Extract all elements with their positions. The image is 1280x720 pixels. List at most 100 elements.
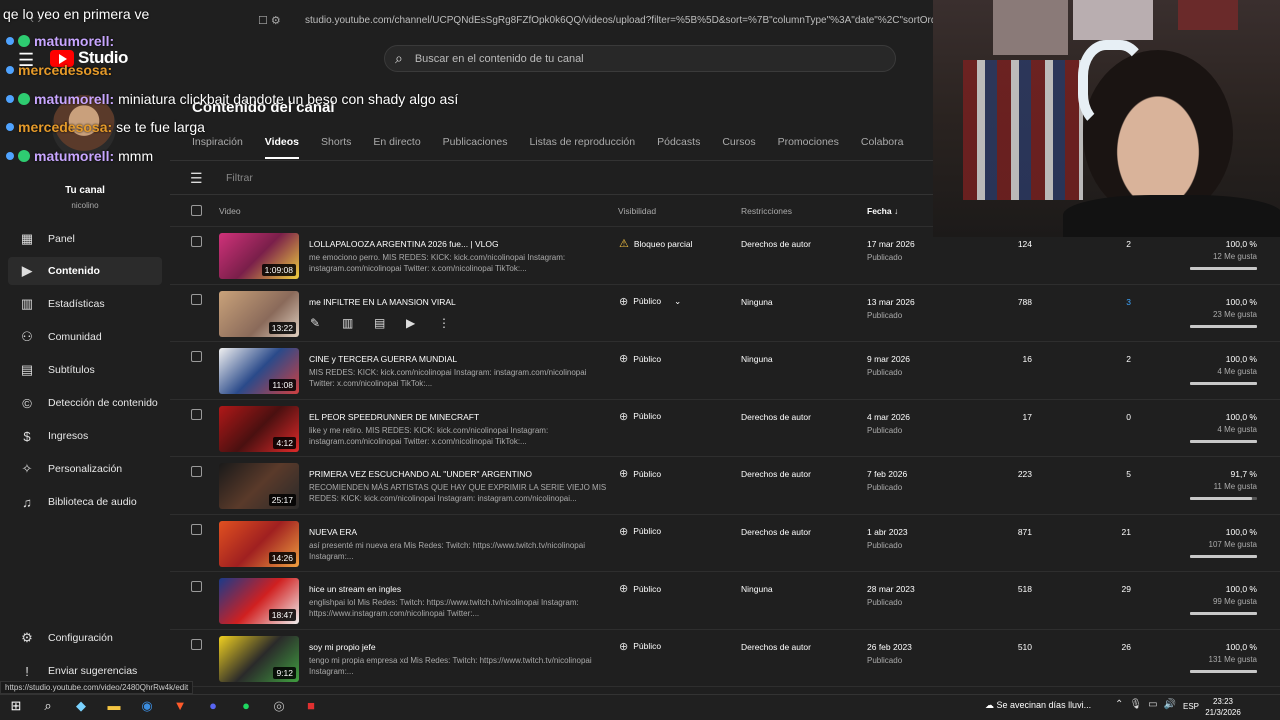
comments-count[interactable]: 3 — [1091, 297, 1131, 307]
bookmark-icon[interactable]: ☐ ⚙ — [258, 14, 281, 27]
weather-widget[interactable]: ☁ Se avecinan días lluvi... — [985, 700, 1091, 711]
like-ratio-bar — [1190, 439, 1257, 443]
views-count: 788 — [1017, 296, 1032, 307]
video-thumbnail[interactable]: 18:47 — [219, 578, 299, 624]
video-thumbnail[interactable]: 9:12 — [219, 635, 299, 682]
like-ratio-bar — [1190, 267, 1257, 270]
video-title[interactable]: me INFILTRE EN LA MANSION VIRAL — [309, 297, 456, 307]
like-ratio-bar — [1190, 324, 1257, 328]
search-box[interactable]: ⌕ — [384, 45, 896, 72]
search-input[interactable] — [414, 52, 855, 65]
filter-input[interactable]: Filtrar — [226, 172, 253, 184]
like-ratio-fill — [1190, 612, 1257, 615]
sidebar-item-panel[interactable]: ▦ Panel — [8, 225, 162, 253]
sidebar-item-label: Biblioteca de audio — [48, 496, 137, 508]
more-options-icon[interactable]: ⋮ — [438, 316, 450, 330]
language-indicator[interactable]: ESP — [1183, 702, 1199, 711]
search-taskbar-icon[interactable]: ⌕ — [39, 698, 57, 714]
visibility-status[interactable]: ⊕ Público — [619, 410, 661, 423]
video-date: 7 feb 2026 — [867, 469, 908, 479]
tab-inspiration[interactable]: Inspiración — [192, 136, 243, 159]
tab-playlists[interactable]: Listas de reproducción — [529, 136, 635, 159]
column-header-visibility[interactable]: Visibilidad — [618, 206, 656, 216]
tab-posts[interactable]: Publicaciones — [443, 136, 508, 159]
tab-videos[interactable]: Videos — [264, 136, 300, 159]
visibility-status[interactable]: ⊕ Público — [619, 525, 661, 538]
video-date: 9 mar 2026 — [867, 354, 910, 364]
sidebar-item-analytics[interactable]: ▥ Estadísticas — [8, 290, 162, 318]
sidebar-item-settings[interactable]: ⚙ Configuración — [8, 624, 162, 652]
sidebar-item-customization[interactable]: ✧ Personalización — [8, 455, 162, 483]
video-title[interactable]: hice un stream en ingles — [309, 584, 401, 594]
badge-icon — [6, 66, 14, 74]
video-title[interactable]: soy mi propio jefe — [309, 642, 376, 652]
sidebar-item-content[interactable]: ▶ Contenido — [8, 257, 162, 285]
visibility-status[interactable]: ⊕ Público ⌄ — [619, 295, 681, 308]
sidebar-item-audio-library[interactable]: ♫ Biblioteca de audio — [8, 488, 162, 516]
sidebar-item-content-detection[interactable]: © Detección de contenido — [8, 389, 162, 417]
likes-count: 4 Me gusta — [1217, 424, 1257, 434]
video-thumbnail[interactable]: 1:09:08 — [219, 233, 299, 279]
visibility-status[interactable]: ⊕ Público — [619, 352, 661, 365]
visibility-status[interactable]: ⚠ Bloqueo parcial — [619, 237, 692, 250]
tab-courses[interactable]: Cursos — [722, 136, 755, 159]
filter-icon[interactable]: ☰ — [190, 170, 203, 187]
video-title[interactable]: CINE y TERCERA GUERRA MUNDIAL — [309, 354, 457, 364]
row-checkbox[interactable] — [191, 293, 202, 305]
row-checkbox[interactable] — [191, 523, 202, 535]
tab-live[interactable]: En directo — [373, 136, 420, 159]
select-all-checkbox[interactable] — [191, 205, 202, 216]
chevron-down-icon[interactable]: ⌄ — [674, 296, 681, 307]
row-checkbox[interactable] — [191, 408, 202, 420]
tab-shorts[interactable]: Shorts — [321, 136, 351, 159]
edge-icon[interactable]: ◉ — [138, 698, 156, 714]
row-checkbox[interactable] — [191, 466, 202, 477]
tab-podcasts[interactable]: Pódcasts — [657, 136, 700, 159]
views-count: 510 — [1017, 641, 1032, 652]
sidebar-item-subtitles[interactable]: ▤ Subtítulos — [8, 356, 162, 384]
column-header-restrictions[interactable]: Restricciones — [741, 206, 792, 216]
file-explorer-icon[interactable]: ▬ — [105, 698, 123, 714]
copilot-icon[interactable]: ◆ — [72, 698, 90, 714]
tab-promotions[interactable]: Promociones — [778, 136, 839, 159]
row-divider — [170, 628, 1280, 630]
brave-icon[interactable]: ▼ — [171, 698, 189, 714]
system-tray-icons[interactable]: ⌃🎙▭🔊 — [1115, 699, 1182, 710]
visibility-status[interactable]: ⊕ Público — [619, 640, 661, 653]
restrictions: Derechos de autor — [741, 411, 811, 422]
video-title[interactable]: NUEVA ERA — [309, 527, 357, 537]
youtube-icon[interactable]: ▶ — [406, 316, 415, 330]
app-icon[interactable]: ■ — [302, 698, 320, 714]
row-checkbox[interactable] — [191, 638, 202, 650]
video-title[interactable]: EL PEOR SPEEDRUNNER DE MINECRAFT — [309, 412, 479, 422]
row-checkbox[interactable] — [191, 351, 202, 362]
column-header-date-label: Fecha — [867, 206, 892, 216]
visibility-status[interactable]: ⊕ Público — [619, 467, 661, 480]
row-checkbox[interactable] — [191, 581, 202, 592]
visibility-status[interactable]: ⊕ Público — [619, 582, 661, 595]
spotify-icon[interactable]: ● — [237, 698, 255, 714]
like-percentage: 100,0 % — [1225, 526, 1257, 537]
clock[interactable]: 23:23 21/3/2026 — [1200, 696, 1246, 718]
video-thumbnail[interactable]: 14:26 — [219, 520, 299, 567]
video-title[interactable]: PRIMERA VEZ ESCUCHANDO AL "UNDER" ARGENT… — [309, 469, 532, 479]
tab-collaborations[interactable]: Colabora — [861, 136, 904, 159]
edit-icon[interactable]: ✎ — [310, 316, 320, 330]
sidebar-item-earnings[interactable]: $ Ingresos — [8, 422, 162, 450]
video-thumbnail[interactable]: 25:17 — [219, 463, 299, 509]
url-text[interactable]: studio.youtube.com/channel/UCPQNdEsSgRg8… — [305, 15, 972, 26]
feedback-icon: ! — [25, 663, 29, 679]
like-percentage: 100,0 % — [1225, 411, 1257, 422]
analytics-icon[interactable]: ▥ — [342, 316, 353, 330]
video-thumbnail[interactable]: 11:08 — [219, 348, 299, 394]
video-thumbnail[interactable]: 4:12 — [219, 405, 299, 452]
comments-icon[interactable]: ▤ — [374, 316, 385, 330]
row-checkbox[interactable] — [191, 236, 202, 247]
video-title[interactable]: LOLLAPALOOZA ARGENTINA 2026 fue... | VLO… — [309, 239, 499, 249]
sidebar-item-community[interactable]: ⚇ Comunidad — [8, 323, 162, 351]
discord-icon[interactable]: ● — [204, 698, 222, 714]
obs-icon[interactable]: ◎ — [270, 698, 288, 714]
video-thumbnail[interactable]: 13:22 — [219, 290, 299, 337]
column-header-date[interactable]: Fecha ↓ — [867, 206, 898, 216]
windows-start-icon[interactable]: ⊞ — [7, 698, 25, 714]
